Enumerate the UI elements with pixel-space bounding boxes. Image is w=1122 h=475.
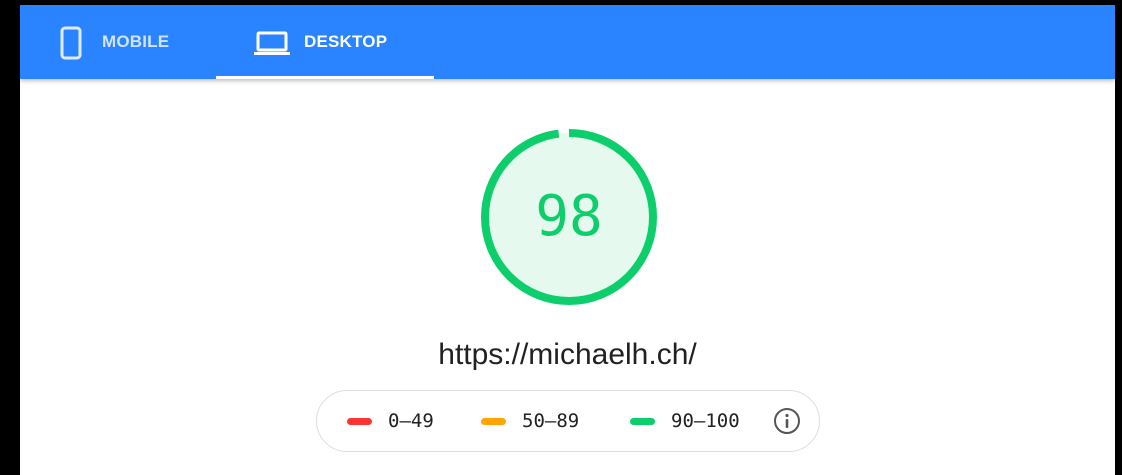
tab-desktop[interactable]: DESKTOP	[216, 5, 434, 79]
legend-label-average: 50–89	[522, 410, 580, 432]
info-icon[interactable]	[772, 406, 802, 436]
tab-mobile-label: MOBILE	[102, 32, 170, 51]
legend-item-fail: 0–49	[347, 391, 434, 451]
legend-item-average: 50–89	[481, 391, 579, 451]
selected-tab-indicator	[216, 76, 434, 79]
legend-label-pass: 90–100	[671, 410, 740, 432]
legend-label-fail: 0–49	[388, 410, 434, 432]
smartphone-icon	[60, 26, 82, 60]
device-tabs: MOBILE DESKTOP	[20, 5, 1115, 79]
performance-score: 98	[535, 184, 603, 249]
legend-item-pass: 90–100	[630, 391, 740, 451]
tab-desktop-label: DESKTOP	[304, 32, 388, 51]
tested-url: https://michaelh.ch/	[438, 338, 697, 371]
laptop-icon	[254, 31, 290, 55]
tab-mobile[interactable]: MOBILE	[20, 5, 216, 79]
score-scale-legend: 0–49 50–89 90–100	[316, 390, 820, 452]
legend-swatch-fail	[347, 417, 372, 425]
report-frame: MOBILE DESKTOP 98 https://michaelh.ch/ 0…	[20, 5, 1115, 475]
legend-swatch-average	[481, 417, 506, 425]
legend-swatch-pass	[630, 417, 655, 425]
